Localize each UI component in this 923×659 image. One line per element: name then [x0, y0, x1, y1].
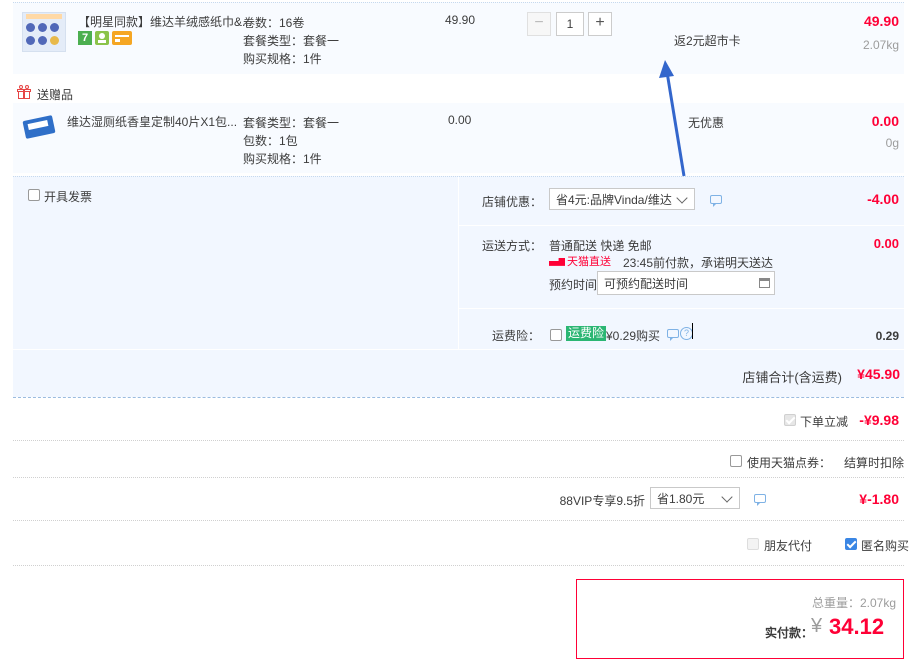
shop-discount-select[interactable]: 省4元:品牌Vinda/维达: [549, 188, 695, 210]
total-weight: 总重量：2.07kg: [811, 596, 896, 610]
gift-unit-price: 0.00: [448, 113, 472, 127]
gift-spec-quantity: 购买规格：1件: [243, 152, 322, 166]
increase-button[interactable]: +: [588, 12, 612, 36]
item-total: 49.90: [863, 13, 899, 29]
vip-selected: 省1.80元: [657, 492, 705, 506]
delivery-truck-icon: [549, 257, 565, 266]
product-thumbnail[interactable]: [22, 12, 66, 52]
shop-discount-selected: 省4元:品牌Vinda/维达: [556, 193, 672, 207]
divider: [13, 477, 904, 478]
tmall-points-note: 结算时扣除: [843, 456, 904, 470]
pay-currency: ¥: [811, 615, 823, 637]
divider: [13, 520, 904, 521]
anonymous-checkbox[interactable]: [845, 538, 857, 550]
card-payment-icon: [112, 31, 132, 45]
message-icon[interactable]: [710, 195, 722, 207]
gift-spec-count: 包数：1包: [243, 134, 298, 148]
insurance-checkbox[interactable]: [550, 329, 562, 341]
shop-discount-amount: -4.00: [867, 191, 899, 207]
message-icon[interactable]: [667, 329, 679, 341]
seven-day-return-icon: 7: [78, 31, 92, 45]
divider: [13, 397, 904, 398]
gift-thumbnail[interactable]: [22, 114, 56, 144]
product-title[interactable]: 【明星同款】维达羊绒感纸巾&...: [78, 13, 252, 30]
insurance-label: 运费险：: [492, 329, 541, 343]
shop-total-label: 店铺合计(含运费): [742, 370, 842, 385]
tmall-points-checkbox[interactable]: [730, 455, 742, 467]
gift-section-label: 送赠品: [37, 88, 74, 102]
chevron-down-icon: [721, 491, 733, 503]
anonymous-label: 匿名购买: [861, 539, 910, 553]
insurance-amount: 0.29: [875, 329, 899, 343]
gift-icon: [17, 85, 31, 99]
unit-price: 49.90: [445, 13, 476, 27]
annotation-arrow: [659, 60, 686, 177]
insurance-price: ¥0.29购买: [606, 329, 661, 343]
shipping-amount: 0.00: [873, 236, 899, 251]
instant-discount-checkbox[interactable]: [784, 414, 796, 426]
guarantee-icon: [95, 31, 109, 45]
message-icon[interactable]: [754, 494, 766, 506]
gift-title[interactable]: 维达湿厕纸香皇定制40片X1包...: [67, 113, 237, 130]
row-divider: [459, 225, 904, 226]
tmall-points-label: 使用天猫点券：: [747, 456, 832, 470]
calendar-icon: [759, 278, 770, 288]
shipping-label: 运送方式：: [482, 239, 543, 253]
vip-amount: ¥-1.80: [859, 491, 899, 507]
pay-amount: 34.12: [829, 614, 885, 639]
instant-discount-amount: -¥9.98: [859, 412, 899, 428]
schedule-select[interactable]: 可预约配送时间: [597, 271, 775, 295]
schedule-label: 预约时间: [549, 278, 598, 292]
row-divider: [459, 308, 904, 309]
delivery-promise: 23:45前付款，承诺明天送达: [623, 256, 774, 270]
item-weight: 2.07kg: [862, 38, 899, 52]
tmall-direct-badge: 天猫直送: [549, 254, 611, 268]
vip-label: 88VIP专享9.5折: [559, 494, 645, 508]
invoice-checkbox[interactable]: [28, 189, 40, 201]
quantity-input[interactable]: 1: [556, 12, 584, 36]
promo-text: 返2元超市卡: [674, 34, 741, 48]
spec-package: 套餐类型：套餐一: [243, 34, 340, 48]
shop-total-amount: ¥45.90: [857, 366, 900, 382]
decrease-button[interactable]: −: [527, 12, 551, 36]
quantity-stepper: − 1 +: [527, 12, 613, 36]
vip-discount-select[interactable]: 省1.80元: [650, 487, 740, 509]
friend-pay-checkbox[interactable]: [747, 538, 759, 550]
insurance-badge: 运费险: [566, 326, 607, 341]
divider: [13, 2, 904, 3]
text-cursor: [692, 323, 693, 339]
invoice-label: 开具发票: [44, 190, 93, 204]
gift-total: 0.00: [871, 113, 899, 129]
gift-weight: 0g: [885, 136, 899, 150]
pay-label: 实付款：: [765, 626, 814, 640]
options-column-divider: [458, 177, 459, 349]
spec-rolls: 卷数：16卷: [243, 16, 305, 30]
divider: [13, 565, 904, 566]
divider: [13, 440, 904, 441]
friend-pay-label: 朋友代付: [764, 539, 813, 553]
schedule-placeholder: 可预约配送时间: [604, 277, 689, 291]
gift-spec-package: 套餐类型：套餐一: [243, 116, 340, 130]
shop-discount-label: 店铺优惠：: [482, 195, 543, 209]
spec-quantity: 购买规格：1件: [243, 52, 322, 66]
chevron-down-icon: [676, 192, 688, 204]
shipping-method: 普通配送 快递 免邮: [549, 239, 652, 253]
row-divider: [13, 349, 904, 350]
